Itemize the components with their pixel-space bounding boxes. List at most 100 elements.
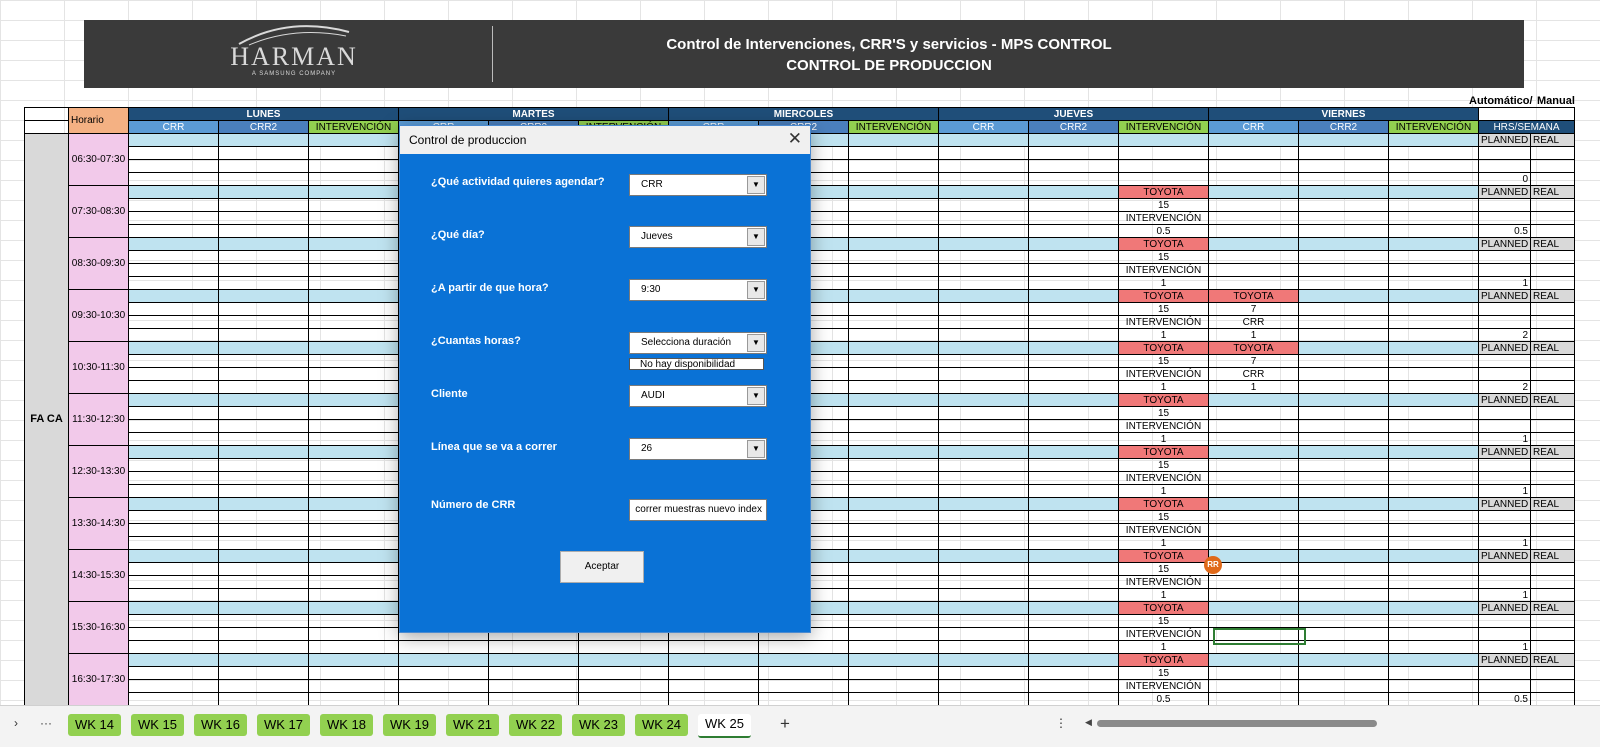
schedule-cell[interactable] [668, 653, 759, 667]
schedule-cell[interactable] [1298, 484, 1389, 498]
schedule-cell[interactable] [308, 315, 399, 329]
real-cell[interactable] [1530, 575, 1575, 589]
schedule-cell[interactable] [1298, 237, 1389, 251]
schedule-cell[interactable] [938, 601, 1029, 615]
schedule-cell[interactable] [938, 367, 1029, 381]
schedule-cell[interactable] [758, 692, 849, 705]
real-value[interactable] [1530, 588, 1575, 602]
schedule-cell[interactable] [1028, 315, 1119, 329]
schedule-cell[interactable] [938, 419, 1029, 433]
day-header-lunes[interactable]: LUNES [128, 107, 399, 121]
schedule-cell[interactable] [1028, 562, 1119, 576]
schedule-cell[interactable] [128, 419, 219, 433]
schedule-cell[interactable] [1028, 354, 1119, 368]
schedule-cell[interactable] [848, 302, 939, 316]
real-value[interactable] [1530, 640, 1575, 654]
schedule-cell[interactable] [848, 237, 939, 251]
jueves-entry[interactable]: INTERVENCIÓN [1118, 679, 1209, 693]
jueves-entry[interactable]: 15 [1118, 614, 1209, 628]
schedule-cell[interactable] [848, 224, 939, 238]
schedule-cell[interactable] [218, 211, 309, 225]
schedule-cell[interactable] [848, 289, 939, 303]
schedule-cell[interactable] [128, 289, 219, 303]
schedule-cell[interactable] [308, 302, 399, 316]
schedule-cell[interactable] [848, 497, 939, 511]
jueves-entry[interactable]: TOYOTA [1118, 185, 1209, 199]
schedule-cell[interactable] [1298, 575, 1389, 589]
schedule-cell[interactable] [1028, 367, 1119, 381]
schedule-cell[interactable] [938, 328, 1029, 342]
schedule-cell[interactable] [218, 432, 309, 446]
schedule-cell[interactable] [308, 536, 399, 550]
schedule-cell[interactable] [1028, 263, 1119, 277]
schedule-cell[interactable] [578, 692, 669, 705]
schedule-cell[interactable] [1298, 497, 1389, 511]
schedule-cell[interactable] [938, 198, 1029, 212]
schedule-cell[interactable] [128, 393, 219, 407]
schedule-cell[interactable] [848, 692, 939, 705]
schedule-cell[interactable] [308, 471, 399, 485]
schedule-cell[interactable] [1208, 406, 1299, 420]
planned-cell[interactable] [1478, 354, 1531, 368]
schedule-cell[interactable] [1298, 679, 1389, 693]
schedule-cell[interactable] [848, 666, 939, 680]
schedule-cell[interactable] [1388, 523, 1479, 537]
schedule-cell[interactable] [128, 653, 219, 667]
planned-cell[interactable] [1478, 471, 1531, 485]
jueves-entry[interactable]: 15 [1118, 510, 1209, 524]
schedule-cell[interactable] [1208, 172, 1299, 186]
schedule-cell[interactable] [308, 263, 399, 277]
schedule-cell[interactable] [1298, 380, 1389, 394]
chevron-down-icon[interactable]: ▼ [747, 440, 765, 458]
schedule-cell[interactable] [848, 133, 939, 147]
real-cell[interactable] [1530, 406, 1575, 420]
subcol-header[interactable]: INTERVENCIÓN [1118, 120, 1209, 134]
corner-cell[interactable] [24, 107, 69, 121]
subcol-header[interactable]: CRR2 [1028, 120, 1119, 134]
schedule-cell[interactable] [218, 237, 309, 251]
planned-label[interactable]: PLANNED [1478, 549, 1531, 563]
schedule-cell[interactable] [308, 692, 399, 705]
schedule-cell[interactable] [218, 679, 309, 693]
jueves-entry[interactable]: 0.5 [1118, 692, 1209, 705]
schedule-cell[interactable] [308, 614, 399, 628]
jueves-entry[interactable]: TOYOTA [1118, 653, 1209, 667]
schedule-cell[interactable] [308, 575, 399, 589]
schedule-cell[interactable] [1388, 601, 1479, 615]
schedule-cell[interactable] [938, 614, 1029, 628]
planned-cell[interactable] [1478, 211, 1531, 225]
schedule-cell[interactable] [1298, 302, 1389, 316]
schedule-cell[interactable] [1028, 549, 1119, 563]
schedule-cell[interactable] [1208, 159, 1299, 173]
schedule-cell[interactable] [218, 640, 309, 654]
schedule-cell[interactable] [848, 393, 939, 407]
planned-cell[interactable] [1478, 614, 1531, 628]
schedule-cell[interactable] [218, 614, 309, 628]
schedule-cell[interactable] [128, 692, 219, 705]
real-cell[interactable] [1530, 419, 1575, 433]
schedule-cell[interactable] [1388, 315, 1479, 329]
schedule-cell[interactable] [308, 133, 399, 147]
schedule-cell[interactable] [218, 393, 309, 407]
schedule-cell[interactable] [1298, 393, 1389, 407]
schedule-cell[interactable] [938, 289, 1029, 303]
real-value[interactable] [1530, 328, 1575, 342]
chevron-right-icon[interactable]: › [14, 716, 18, 730]
schedule-cell[interactable] [938, 354, 1029, 368]
schedule-cell[interactable] [308, 562, 399, 576]
schedule-cell[interactable] [308, 497, 399, 511]
schedule-cell[interactable] [218, 549, 309, 563]
schedule-cell[interactable] [848, 484, 939, 498]
schedule-cell[interactable] [218, 302, 309, 316]
schedule-cell[interactable] [1298, 406, 1389, 420]
planned-cell[interactable] [1478, 198, 1531, 212]
schedule-cell[interactable] [128, 588, 219, 602]
schedule-cell[interactable] [1118, 159, 1209, 173]
subcol-header[interactable]: INTERVENCIÓN [1388, 120, 1479, 134]
schedule-cell[interactable] [1208, 523, 1299, 537]
real-label[interactable]: REAL [1530, 289, 1575, 303]
schedule-cell[interactable] [308, 237, 399, 251]
schedule-cell[interactable] [218, 133, 309, 147]
jueves-entry[interactable]: TOYOTA [1118, 445, 1209, 459]
schedule-cell[interactable] [1388, 653, 1479, 667]
